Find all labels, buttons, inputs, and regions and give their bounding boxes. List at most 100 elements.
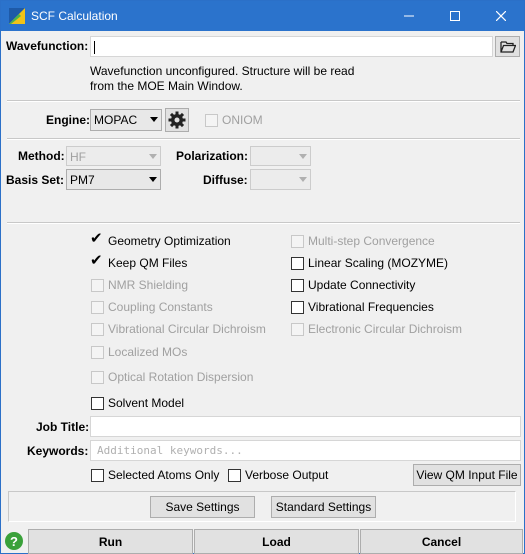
folder-open-icon	[499, 41, 516, 53]
title-bar: SCF Calculation	[1, 1, 524, 31]
polarization-label: Polarization:	[176, 149, 249, 163]
vibrational-frequencies-label: Vibrational Frequencies	[308, 300, 434, 314]
maximize-icon	[450, 11, 460, 21]
checkmark-icon: ✔	[90, 251, 103, 269]
basis-set-select[interactable]: PM7	[66, 169, 161, 190]
diffuse-select[interactable]	[250, 169, 311, 190]
chevron-down-icon	[299, 177, 307, 182]
multistep-convergence-checkbox[interactable]: Multi-step Convergence	[291, 234, 435, 248]
checkbox-box	[91, 345, 104, 359]
checkbox-box	[91, 278, 104, 292]
solvent-model-label: Solvent Model	[108, 396, 185, 410]
oniom-label: ONIOM	[222, 113, 263, 127]
localized-mos-label: Localized MOs	[108, 345, 188, 359]
checkbox-box	[291, 278, 304, 292]
ord-checkbox[interactable]: Optical Rotation Dispersion	[91, 370, 253, 384]
keywords-label: Keywords:	[27, 444, 89, 458]
chevron-down-icon	[299, 154, 307, 159]
minimize-icon	[404, 15, 414, 17]
selected-atoms-only-label: Selected Atoms Only	[108, 468, 220, 482]
nmr-shielding-label: NMR Shielding	[108, 278, 189, 292]
geometry-optimization-checkbox[interactable]: ✔ Geometry Optimization	[90, 229, 231, 249]
solvent-model-checkbox[interactable]: Solvent Model	[91, 396, 184, 410]
chevron-down-icon	[149, 154, 157, 159]
checkbox-box	[91, 396, 104, 410]
minimize-button[interactable]	[386, 1, 432, 31]
text-caret	[94, 41, 95, 54]
ecd-checkbox[interactable]: Electronic Circular Dichroism	[291, 322, 462, 336]
engine-value: MOPAC	[94, 113, 138, 127]
selected-atoms-only-checkbox[interactable]: Selected Atoms Only	[91, 468, 219, 482]
keywords-placeholder: Additional keywords...	[97, 444, 243, 457]
verbose-output-label: Verbose Output	[245, 468, 329, 482]
coupling-constants-checkbox[interactable]: Coupling Constants	[91, 300, 213, 314]
ecd-label: Electronic Circular Dichroism	[308, 322, 463, 336]
load-button[interactable]: Load	[194, 529, 359, 554]
wavefunction-label: Wavefunction:	[6, 39, 89, 53]
view-qm-input-file-button[interactable]: View QM Input File	[413, 464, 521, 486]
app-icon	[9, 8, 25, 24]
oniom-checkbox[interactable]: ONIOM	[205, 113, 263, 127]
engine-select[interactable]: MOPAC	[90, 109, 162, 131]
checkbox-box	[291, 322, 304, 336]
checkbox-box	[91, 322, 104, 336]
checkbox-box	[91, 468, 104, 482]
checkbox-box	[291, 234, 304, 248]
checkbox-box	[291, 256, 304, 270]
close-button[interactable]	[478, 1, 524, 31]
checkbox-box	[291, 300, 304, 314]
coupling-constants-label: Coupling Constants	[108, 300, 213, 314]
job-title-input[interactable]	[90, 416, 521, 437]
keep-qm-files-checkbox[interactable]: ✔ Keep QM Files	[90, 253, 188, 271]
checkbox-box	[205, 113, 218, 127]
checkbox-box	[228, 468, 241, 482]
window-title: SCF Calculation	[31, 9, 118, 23]
chevron-down-icon	[149, 177, 157, 182]
checkbox-box	[91, 300, 104, 314]
open-file-button[interactable]	[495, 36, 520, 57]
linear-scaling-checkbox[interactable]: Linear Scaling (MOZYME)	[291, 256, 448, 270]
chevron-down-icon	[150, 117, 158, 122]
close-icon	[496, 11, 506, 21]
update-connectivity-label: Update Connectivity	[308, 278, 416, 292]
help-button[interactable]: ?	[5, 532, 23, 550]
checkbox-box	[91, 370, 104, 384]
vcd-checkbox[interactable]: Vibrational Circular Dichroism	[91, 322, 266, 336]
basis-set-label: Basis Set:	[6, 173, 65, 187]
verbose-output-checkbox[interactable]: Verbose Output	[228, 468, 328, 482]
wavefunction-info-line-2: from the MOE Main Window.	[90, 79, 243, 93]
localized-mos-checkbox[interactable]: Localized MOs	[91, 345, 187, 359]
separator	[7, 222, 520, 224]
keywords-input[interactable]: Additional keywords...	[90, 440, 521, 461]
separator	[7, 100, 520, 102]
run-button[interactable]: Run	[28, 529, 193, 554]
ord-label: Optical Rotation Dispersion	[108, 370, 254, 384]
engine-label: Engine:	[46, 113, 90, 127]
wavefunction-input[interactable]	[90, 36, 493, 57]
save-settings-button[interactable]: Save Settings	[150, 496, 255, 518]
cancel-button[interactable]: Cancel	[360, 529, 523, 554]
gear-icon	[168, 111, 186, 129]
standard-settings-button[interactable]: Standard Settings	[271, 496, 376, 518]
vcd-label: Vibrational Circular Dichroism	[108, 322, 266, 336]
method-select[interactable]: HF	[66, 146, 161, 166]
method-value: HF	[70, 150, 86, 164]
update-connectivity-checkbox[interactable]: Update Connectivity	[291, 278, 415, 292]
linear-scaling-label: Linear Scaling (MOZYME)	[308, 256, 449, 270]
multistep-convergence-label: Multi-step Convergence	[308, 234, 435, 248]
wavefunction-info-line-1: Wavefunction unconfigured. Structure wil…	[90, 64, 355, 78]
maximize-button[interactable]	[432, 1, 478, 31]
separator	[7, 138, 520, 140]
basis-set-value: PM7	[70, 173, 95, 187]
engine-settings-button[interactable]	[165, 108, 189, 132]
polarization-select[interactable]	[250, 146, 311, 166]
keep-qm-files-label: Keep QM Files	[108, 256, 188, 270]
job-title-label: Job Title:	[36, 420, 90, 434]
settings-panel	[8, 491, 516, 522]
checkbox-box: ✔	[90, 253, 104, 270]
nmr-shielding-checkbox[interactable]: NMR Shielding	[91, 278, 188, 292]
checkmark-icon: ✔	[90, 229, 103, 247]
diffuse-label: Diffuse:	[203, 173, 248, 187]
vibrational-frequencies-checkbox[interactable]: Vibrational Frequencies	[291, 300, 434, 314]
method-label: Method:	[18, 149, 65, 163]
